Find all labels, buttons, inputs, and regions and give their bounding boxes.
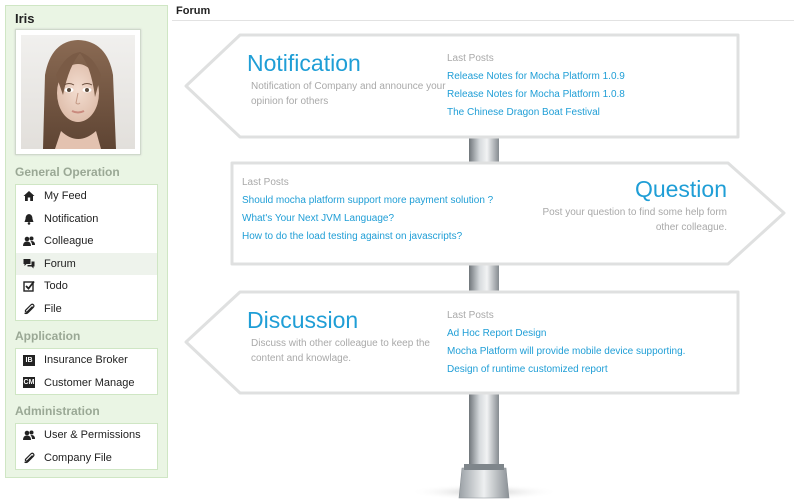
board-description-question: Post your question to find some help for… — [542, 205, 727, 235]
description-line: content and knowlage. — [251, 353, 352, 364]
post-link[interactable]: What's Your Next JVM Language? — [242, 213, 394, 224]
board-title-notification[interactable]: Notification — [247, 50, 361, 77]
description-line: Post your question to find some help for… — [542, 207, 727, 218]
signpost-graphic — [184, 33, 786, 500]
post-link[interactable]: Mocha Platform will provide mobile devic… — [447, 346, 685, 357]
post-link[interactable]: How to do the load testing against on ja… — [242, 231, 462, 242]
post-link[interactable]: The Chinese Dragon Boat Festival — [447, 107, 600, 118]
board-description-notification: Notification of Company and announce you… — [251, 79, 446, 109]
last-posts-label: Last Posts — [242, 177, 289, 188]
last-posts-label: Last Posts — [447, 310, 494, 321]
description-line: other colleague. — [655, 222, 727, 233]
post-link[interactable]: Release Notes for Mocha Platform 1.0.8 — [447, 89, 625, 100]
board-title-discussion[interactable]: Discussion — [247, 307, 358, 334]
post-link[interactable]: Design of runtime customized report — [447, 364, 608, 375]
description-line: Notification of Company and announce you… — [251, 81, 446, 92]
board-title-question[interactable]: Question — [635, 176, 727, 203]
last-posts-label: Last Posts — [447, 53, 494, 64]
board-description-discussion: Discuss with other colleague to keep the… — [251, 336, 430, 366]
post-link[interactable]: Release Notes for Mocha Platform 1.0.9 — [447, 71, 625, 82]
post-link[interactable]: Should mocha platform support more payme… — [242, 195, 493, 206]
description-line: Discuss with other colleague to keep the — [251, 338, 430, 349]
post-link[interactable]: Ad Hoc Report Design — [447, 328, 547, 339]
description-line: opinion for others — [251, 96, 329, 107]
